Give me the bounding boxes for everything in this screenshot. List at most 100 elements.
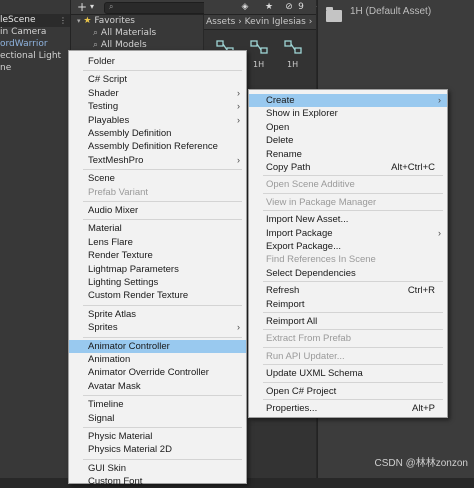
hierarchy-item-label: in Camera [0,27,47,37]
menu-item-physics-material-2d[interactable]: Physics Material 2D [69,443,246,456]
hierarchy-item-label: ne [0,63,12,73]
menu-item-properties[interactable]: Properties... Alt+P [249,402,447,415]
animation-clip-icon[interactable] [284,40,302,54]
favorite-star-icon[interactable]: ★ [264,2,274,12]
submenu-arrow-icon: › [438,227,441,238]
menu-item-delete[interactable]: Delete [249,134,447,147]
menu-item-import-new-asset[interactable]: Import New Asset... [249,213,447,226]
asset-label: 1H [287,60,299,69]
menu-item-reimport-all[interactable]: Reimport All [249,315,447,328]
menu-item-label: Shader [88,87,119,99]
menu-item-custom-render-texture[interactable]: Custom Render Texture [69,289,246,302]
menu-item-extract-from-prefab[interactable]: Extract From Prefab [249,332,447,345]
menu-item-label: Open C# Project [266,385,337,397]
menu-item-lens-flare[interactable]: Lens Flare [69,236,246,249]
menu-item-export-package[interactable]: Export Package... [249,240,447,253]
menu-item-rename[interactable]: Rename [249,148,447,161]
menu-item-shader[interactable]: Shader › [69,87,246,100]
menu-item-audio-mixer[interactable]: Audio Mixer [69,204,246,217]
animation-clip-icon[interactable] [250,40,268,54]
menu-item-sprite-atlas[interactable]: Sprite Atlas [69,308,246,321]
search-icon: ⌕ [93,40,99,50]
menu-item-label: Delete [266,135,294,147]
menu-item-run-api-updater[interactable]: Run API Updater... [249,350,447,363]
menu-item-animation[interactable]: Animation [69,353,246,366]
menu-item-view-in-package-manager[interactable]: View in Package Manager [249,196,447,209]
favorite-item-materials[interactable]: ⌕ All Materials [93,27,156,39]
favorites-header[interactable]: ▾ ★ Favorites [77,15,135,27]
add-button[interactable]: + [77,1,87,13]
menu-item-open-scene-additive[interactable]: Open Scene Additive [249,178,447,191]
menu-item-copy-path[interactable]: Copy Path Alt+Ctrl+C [249,161,447,174]
menu-item-label: Assembly Definition Reference [88,141,218,153]
breadcrumb-assets[interactable]: Assets [206,17,235,27]
menu-item-lighting-settings[interactable]: Lighting Settings [69,276,246,289]
menu-item-label: Import Package [266,227,333,239]
menu-item-shortcut: Ctrl+R [407,285,435,297]
menu-item-import-package[interactable]: Import Package › [249,227,447,240]
hierarchy-item-label: ordWarrior [0,39,48,49]
menu-item-lightmap-parameters[interactable]: Lightmap Parameters [69,263,246,276]
breadcrumb-kevin[interactable]: Kevin Iglesias [245,17,306,27]
submenu-arrow-icon: › [237,154,240,165]
menu-separator [83,304,242,306]
menu-separator [263,346,443,348]
menu-item-material[interactable]: Material [69,222,246,235]
menu-item-animator-controller[interactable]: Animator Controller [69,339,246,353]
menu-item-render-texture[interactable]: Render Texture [69,249,246,262]
menu-item-scene[interactable]: Scene [69,172,246,185]
watermark: CSDN @林林zonzon [374,458,468,469]
menu-item-label: Open [266,121,290,133]
breadcrumb-separator: › [238,17,242,27]
menu-item-c-script[interactable]: C# Script [69,73,246,86]
menu-item-open[interactable]: Open [249,121,447,134]
menu-item-assembly-definition[interactable]: Assembly Definition [69,127,246,140]
favorite-item-label: All Models [100,40,147,50]
menu-item-label: Physic Material [88,431,153,442]
menu-item-select-dependencies[interactable]: Select Dependencies [249,267,447,280]
menu-item-update-uxml-schema[interactable]: Update UXML Schema [249,367,447,380]
hierarchy-item-other[interactable]: ne [0,62,11,75]
menu-item-timeline[interactable]: Timeline [69,398,246,411]
menu-item-gui-skin[interactable]: GUI Skin [69,462,246,475]
menu-item-folder[interactable]: Folder [69,55,246,68]
menu-item-avatar-mask[interactable]: Avatar Mask [69,380,246,393]
menu-item-sprites[interactable]: Sprites › [69,321,246,334]
menu-item-prefab-variant[interactable]: Prefab Variant [69,186,246,199]
filter-by-label-icon[interactable]: ◈ [240,2,250,12]
menu-item-label: Animation [88,354,131,365]
menu-item-custom-font[interactable]: Custom Font [69,475,246,488]
menu-item-find-references-in-scene[interactable]: Find References In Scene [249,253,447,266]
menu-item-open-c-project[interactable]: Open C# Project [249,385,447,398]
menu-item-reimport[interactable]: Reimport [249,298,447,311]
menu-separator [263,329,443,331]
menu-item-signal[interactable]: Signal [69,412,246,425]
menu-item-show-in-explorer[interactable]: Show in Explorer [249,107,447,120]
menu-item-label: Audio Mixer [88,205,139,216]
menu-item-label: C# Script [88,74,128,86]
menu-item-create[interactable]: Create › [249,94,447,107]
project-toolbar-right: ◈ ★ ⊘ 9 [204,0,316,15]
menu-item-physic-material[interactable]: Physic Material [69,430,246,443]
menu-item-label: Playables [88,114,130,126]
menu-separator [263,399,443,400]
hidden-packages-icon[interactable]: ⊘ [284,2,294,12]
add-dropdown-chevron-icon[interactable]: ▾ [88,2,96,12]
asset-label: 1H [253,60,265,69]
menu-item-label: Rename [266,148,302,160]
menu-item-animator-override-controller[interactable]: Animator Override Controller [69,366,246,379]
kebab-menu-icon[interactable]: ⋮ [59,16,67,25]
menu-item-assembly-definition-reference[interactable]: Assembly Definition Reference [69,140,246,153]
menu-item-playables[interactable]: Playables › [69,114,246,127]
menu-item-label: Create [266,95,295,106]
menu-item-refresh[interactable]: Refresh Ctrl+R [249,284,447,297]
menu-item-label: Export Package... [266,241,341,252]
menu-item-testing[interactable]: Testing › [69,100,246,113]
menu-item-label: Update UXML Schema [266,368,363,380]
menu-item-label: Scene [88,173,115,185]
menu-item-textmeshpro[interactable]: TextMeshPro › [69,154,246,167]
create-submenu: Folder C# Script Shader › Testing › Playables ›… [68,50,247,487]
submenu-arrow-icon: › [438,95,441,105]
menu-item-label: Lighting Settings [88,277,159,288]
menu-item-label: Custom Render Texture [88,290,189,302]
